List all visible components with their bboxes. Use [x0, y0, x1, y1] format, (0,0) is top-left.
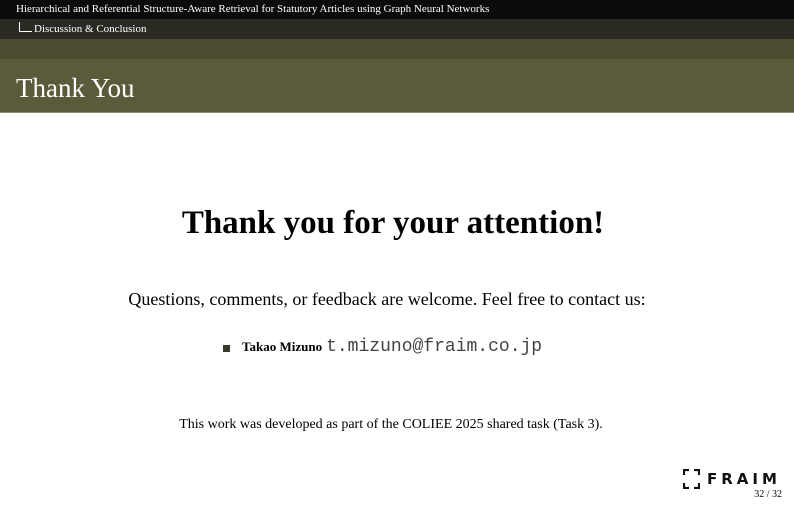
contact-list-item: Takao Mizuno t.mizuno@fraim.co.jp: [223, 336, 542, 358]
acknowledgement-text: This work was developed as part of the C…: [179, 417, 603, 432]
contact-name: Takao Mizuno: [242, 339, 323, 354]
fraim-logo: FRAIM: [683, 468, 781, 490]
frame-title-divider: [0, 112, 794, 113]
presentation-title-bar: Hierarchical and Referential Structure-A…: [0, 0, 794, 19]
bracket-logo-icon: [683, 469, 700, 489]
header-band: [0, 39, 794, 59]
contact-email[interactable]: t.mizuno@fraim.co.jp: [326, 337, 542, 357]
page-number: 32 / 32: [754, 489, 782, 500]
presentation-title: Hierarchical and Referential Structure-A…: [16, 3, 490, 15]
square-bullet-icon: [223, 345, 230, 352]
questions-text: Questions, comments, or feedback are wel…: [128, 289, 646, 309]
section-indent-icon: [19, 22, 32, 32]
frame-title: Thank You: [16, 73, 135, 103]
thank-you-heading: Thank you for your attention!: [181, 205, 605, 241]
section-bar: Discussion & Conclusion: [0, 19, 794, 39]
logo-wordmark: FRAIM: [707, 470, 781, 488]
frame-title-bar: Thank You: [0, 59, 794, 112]
section-title: Discussion & Conclusion: [34, 23, 147, 35]
